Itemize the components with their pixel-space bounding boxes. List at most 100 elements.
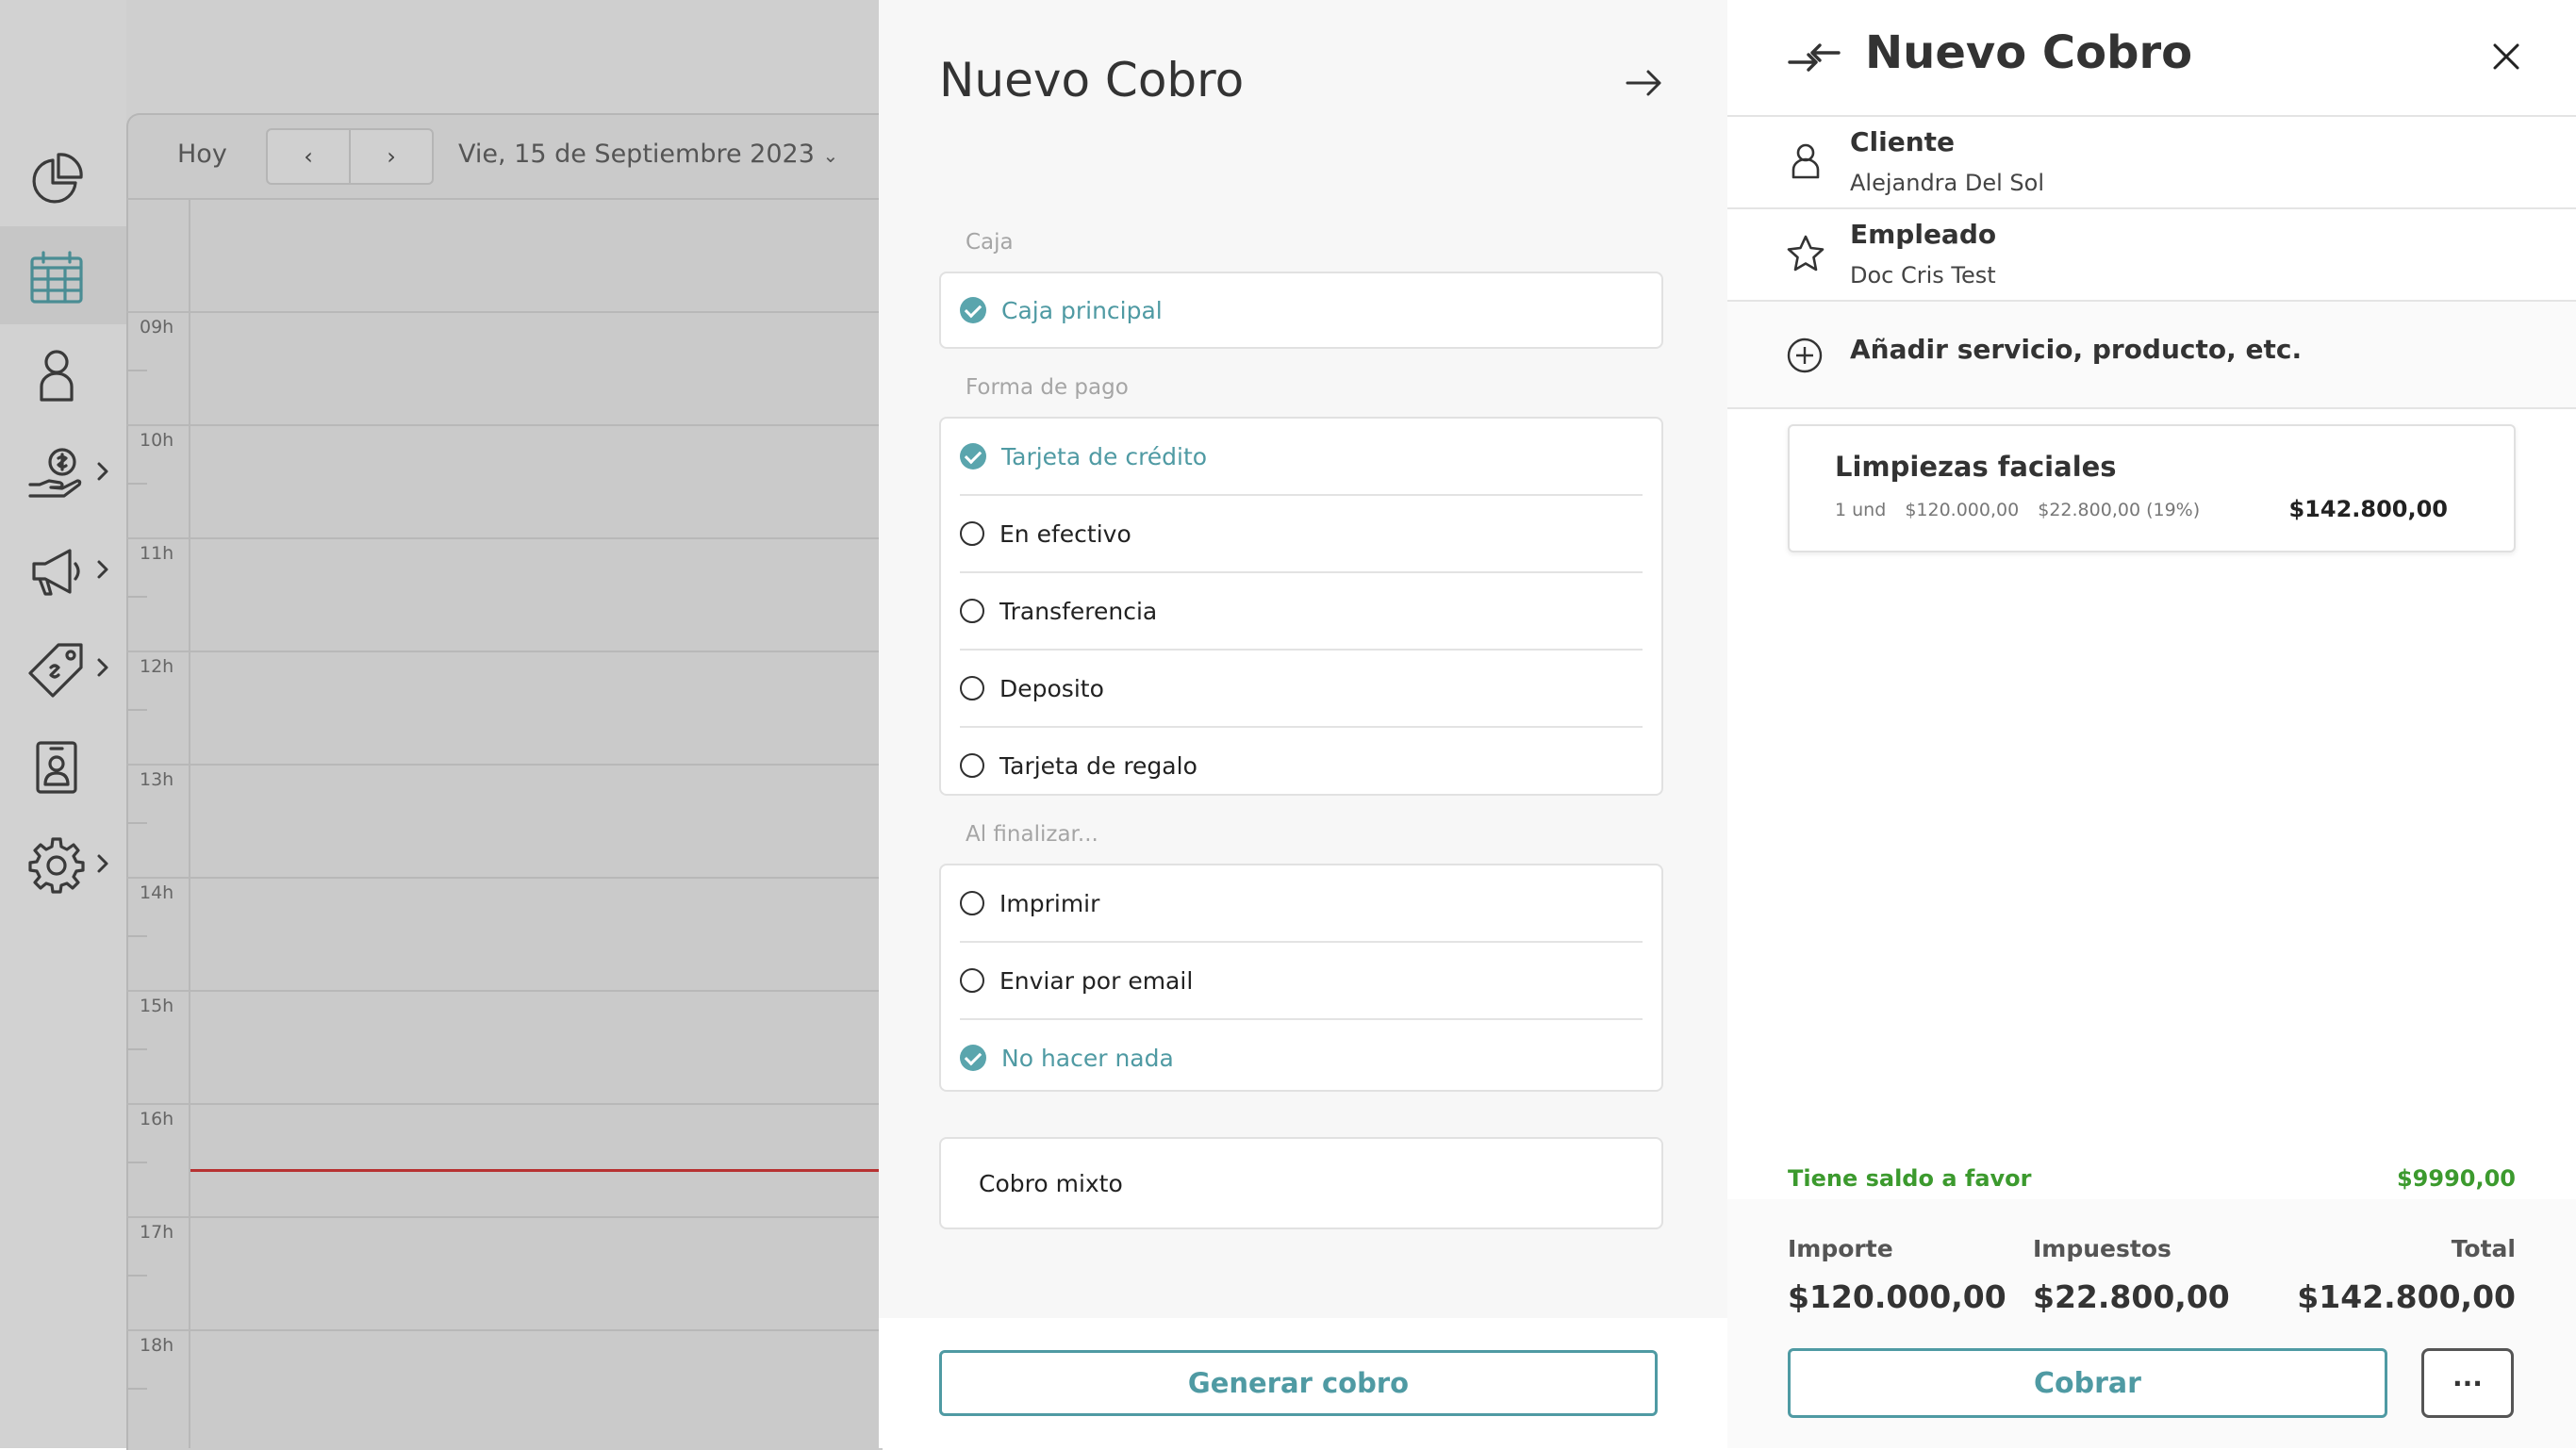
impuestos-label: Impuestos <box>2033 1235 2171 1262</box>
hour-label: 17h <box>140 1222 174 1243</box>
sidebar <box>0 0 126 1448</box>
tick <box>126 935 147 937</box>
impuestos-value: $22.800,00 <box>2033 1278 2230 1315</box>
hour-label: 12h <box>140 656 174 677</box>
option-tarjeta-regalo[interactable]: Tarjeta de regalo <box>960 728 1643 803</box>
item-name: Limpiezas faciales <box>1835 451 2117 483</box>
hour-label: 13h <box>140 769 174 790</box>
item-qty: 1 und <box>1835 500 1887 520</box>
cobro-mixto-toggle[interactable]: Cobro mixto <box>939 1137 1663 1229</box>
contact-card-icon <box>36 741 77 794</box>
add-item-label: Añadir servicio, producto, etc. <box>1850 334 2303 365</box>
hour-row <box>126 198 881 313</box>
check-circle-icon <box>960 443 986 470</box>
prev-day-button[interactable]: ‹ <box>268 130 351 183</box>
calendar-icon <box>30 251 83 304</box>
option-label: No hacer nada <box>1001 1044 1174 1072</box>
date-picker[interactable]: Vie, 15 de Septiembre 2023 ⌄ <box>458 140 838 169</box>
option-imprimir[interactable]: Imprimir <box>960 865 1643 943</box>
option-label: Deposito <box>999 674 1104 702</box>
sidebar-item-products[interactable] <box>0 618 126 717</box>
tick <box>126 370 147 371</box>
tick <box>126 1275 147 1277</box>
panel-title: Nuevo Cobro <box>939 53 1245 107</box>
option-caja-principal[interactable]: Caja principal <box>960 273 1643 347</box>
employee-row[interactable]: Empleado Doc Cris Test <box>1727 207 2576 300</box>
hour-label: 18h <box>140 1335 174 1356</box>
hour-row: 12h <box>126 651 881 766</box>
hour-row: 16h <box>126 1103 881 1218</box>
cobrar-button[interactable]: Cobrar <box>1788 1348 2387 1418</box>
sidebar-item-dashboard[interactable] <box>0 128 126 226</box>
sidebar-item-clients[interactable] <box>0 324 126 422</box>
option-efectivo[interactable]: En efectivo <box>960 496 1643 573</box>
hour-label: 14h <box>140 882 174 903</box>
sidebar-item-settings[interactable] <box>0 815 126 913</box>
tick <box>126 1162 147 1163</box>
hour-row: 09h <box>126 311 881 426</box>
after-finish-options: Imprimir Enviar por email No hacer nada <box>939 864 1663 1092</box>
option-label: En efectivo <box>999 519 1131 548</box>
payment-method-options: Tarjeta de crédito En efectivo Transfere… <box>939 417 1663 796</box>
option-tarjeta-credito[interactable]: Tarjeta de crédito <box>960 419 1643 496</box>
today-button[interactable]: Hoy <box>177 140 227 169</box>
importe-label: Importe <box>1788 1235 1893 1262</box>
sidebar-item-marketing[interactable] <box>0 520 126 618</box>
option-label: Imprimir <box>999 889 1100 917</box>
check-circle-icon <box>960 1045 986 1071</box>
chevron-right-icon <box>97 854 108 873</box>
date-nav: ‹ › <box>266 128 434 185</box>
star-icon <box>1787 235 1825 272</box>
employee-label: Empleado <box>1850 219 1997 250</box>
credit-label: Tiene saldo a favor <box>1788 1165 2032 1192</box>
payment-options-panel: Nuevo Cobro Caja Caja principal Forma de… <box>879 0 1727 1448</box>
tick <box>126 822 147 824</box>
client-name: Alejandra Del Sol <box>1850 170 2045 196</box>
payment-method-section-label: Forma de pago <box>966 375 1129 400</box>
tick <box>126 709 147 711</box>
sidebar-item-staff[interactable] <box>0 717 126 815</box>
megaphone-icon <box>32 549 80 596</box>
option-deposito[interactable]: Deposito <box>960 651 1643 728</box>
time-grid: 09h 10h 11h 12h 13h 14h 15h 16h 17h 18h <box>126 198 881 1448</box>
user-icon <box>40 350 74 402</box>
option-transferencia[interactable]: Transferencia <box>960 573 1643 651</box>
arrow-right-icon[interactable] <box>1622 60 1667 106</box>
sidebar-item-finance[interactable] <box>0 422 126 520</box>
add-item-button[interactable]: Añadir servicio, producto, etc. <box>1727 300 2576 409</box>
employee-name: Doc Cris Test <box>1850 262 1996 288</box>
item-price: $120.000,00 <box>1905 500 2020 520</box>
hour-label: 16h <box>140 1109 174 1129</box>
next-day-button[interactable]: › <box>351 130 432 183</box>
hour-row: 15h <box>126 990 881 1105</box>
item-total: $142.800,00 <box>2288 496 2448 522</box>
after-finish-section-label: Al finalizar... <box>966 822 1098 847</box>
hour-row: 14h <box>126 877 881 992</box>
hour-label: 10h <box>140 430 174 451</box>
tick <box>126 596 147 598</box>
radio-empty-icon <box>960 891 984 915</box>
line-item-card[interactable]: Limpiezas faciales 1 und $120.000,00 $22… <box>1788 424 2516 552</box>
item-meta: 1 und $120.000,00 $22.800,00 (19%) <box>1835 500 2213 520</box>
option-label: Caja principal <box>1001 296 1163 324</box>
option-label: Transferencia <box>999 597 1158 625</box>
generate-charge-button[interactable]: Generar cobro <box>939 1350 1658 1416</box>
option-label: Enviar por email <box>999 966 1194 995</box>
client-row[interactable]: Cliente Alejandra Del Sol <box>1727 115 2576 207</box>
option-no-hacer-nada[interactable]: No hacer nada <box>960 1020 1643 1096</box>
hour-label: 09h <box>140 317 174 338</box>
tick <box>126 1388 147 1390</box>
more-options-button[interactable]: ··· <box>2421 1348 2514 1418</box>
option-label: Tarjeta de crédito <box>1001 442 1208 470</box>
sidebar-item-calendar[interactable] <box>0 226 126 324</box>
hour-row: 11h <box>126 537 881 652</box>
current-time-line <box>190 1169 881 1172</box>
total-label: Total <box>2451 1235 2516 1262</box>
hour-row: 10h <box>126 424 881 539</box>
radio-empty-icon <box>960 676 984 700</box>
caja-section-label: Caja <box>966 230 1014 255</box>
option-enviar-email[interactable]: Enviar por email <box>960 943 1643 1020</box>
close-icon[interactable] <box>2491 41 2521 72</box>
radio-empty-icon <box>960 599 984 623</box>
tick <box>126 483 147 485</box>
